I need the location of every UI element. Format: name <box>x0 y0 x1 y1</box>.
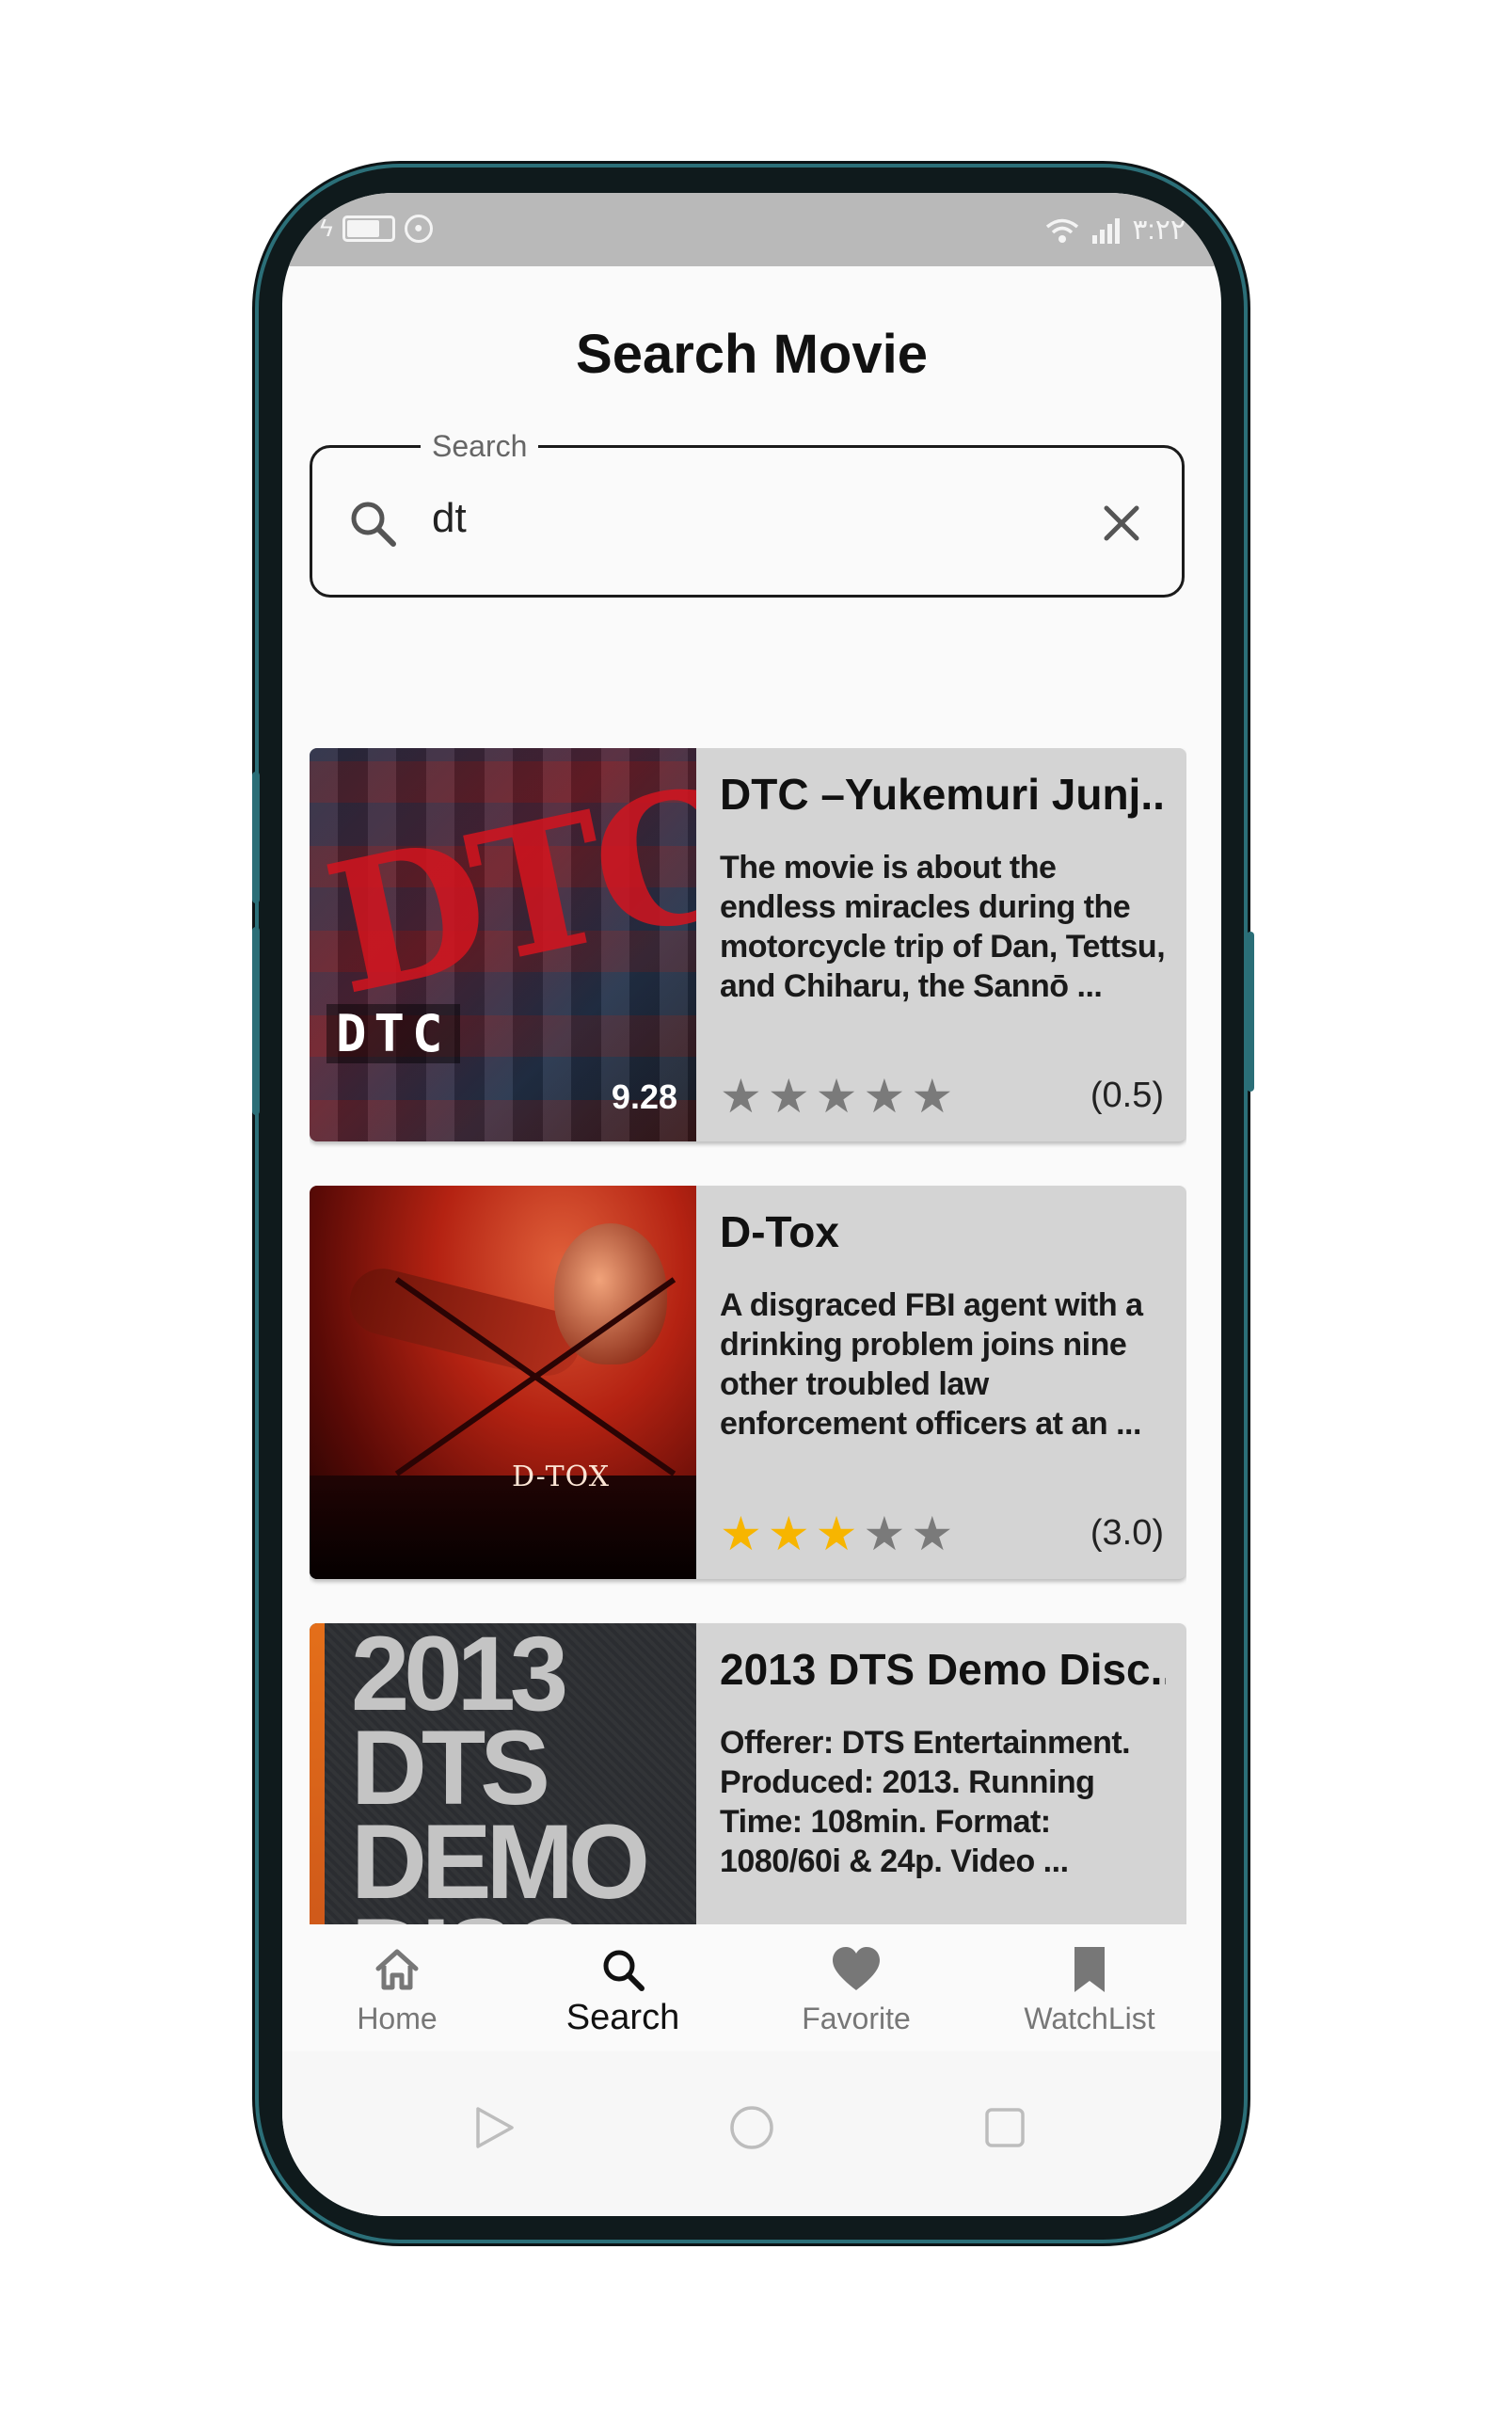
nav-label: WatchList <box>1024 2002 1155 2035</box>
movie-title: 2013 DTS Demo Disc... <box>720 1645 1166 1694</box>
nav-label: Home <box>357 2002 438 2035</box>
star-filled-icon: ★ <box>815 1508 858 1560</box>
battery-icon <box>342 215 395 242</box>
movie-poster: 2013 DTS DEMO DISC <box>310 1623 696 1924</box>
back-icon[interactable] <box>470 2104 517 2151</box>
home-icon <box>375 1949 419 1990</box>
signal-icon <box>1092 217 1121 244</box>
rating-row: ★ ★ ★ ★ ★ (3.0) <box>720 1509 1164 1558</box>
star-filled-icon: ★ <box>767 1508 810 1560</box>
movie-card[interactable]: D-TOX D-Tox A disgraced FBI agent with a… <box>310 1186 1186 1579</box>
page-title: Search Movie <box>576 324 928 385</box>
nav-label: Search <box>565 1998 680 2037</box>
rating-row: ★ ★ ★ ★ ★ (0.5) <box>720 1072 1164 1121</box>
status-left: ϟ ● <box>320 214 433 243</box>
charging-icon: ϟ <box>320 214 333 242</box>
results-list: DTC DTC 9.28 DTC –Yukemuri Junj... The m… <box>310 748 1186 1924</box>
status-bar: ϟ ● ٣:٢٢ <box>282 193 1221 266</box>
movie-description: The movie is about the endless miracles … <box>720 850 1166 1004</box>
bottom-nav: Home Search Favorite WatchList <box>282 1924 1221 2051</box>
star-empty-icon: ★ <box>863 1070 906 1123</box>
poster-title: D-TOX <box>512 1460 611 1493</box>
movie-description: Offerer: DTS Entertainment. Produced: 20… <box>720 1725 1131 1879</box>
star-empty-icon: ★ <box>911 1508 954 1560</box>
movie-title: D-Tox <box>720 1207 839 1256</box>
movie-description: A disgraced FBI agent with a drinking pr… <box>720 1287 1143 1442</box>
nav-item-favorite[interactable]: Favorite <box>762 1943 950 2036</box>
search-field[interactable]: Search dt <box>310 429 1185 598</box>
system-nav-bar <box>282 2051 1221 2216</box>
movie-card-body: DTC –Yukemuri Junj... The movie is about… <box>720 769 1166 1006</box>
close-icon[interactable] <box>1099 501 1144 546</box>
poster-title: DTC <box>326 1004 460 1063</box>
status-time: ٣:٢٢ <box>1132 215 1186 246</box>
star-empty-icon: ★ <box>911 1070 954 1123</box>
movie-poster: D-TOX <box>310 1186 696 1579</box>
recents-icon[interactable] <box>981 2104 1028 2151</box>
search-input[interactable]: dt <box>432 495 467 542</box>
star-empty-icon: ★ <box>720 1070 762 1123</box>
nav-label: Favorite <box>802 2002 911 2035</box>
star-empty-icon: ★ <box>767 1070 810 1123</box>
star-filled-icon: ★ <box>720 1508 762 1560</box>
heart-icon <box>833 1947 880 1990</box>
poster-stripe <box>310 1623 325 1924</box>
status-right: ٣:٢٢ <box>1043 214 1186 247</box>
lock-icon: ● <box>404 214 433 243</box>
movie-card[interactable]: DTC DTC 9.28 DTC –Yukemuri Junj... The m… <box>310 748 1186 1141</box>
poster-trees <box>310 1476 696 1579</box>
star-empty-icon: ★ <box>815 1070 858 1123</box>
movie-title: DTC –Yukemuri Junj... <box>720 770 1166 819</box>
wifi-icon <box>1046 218 1079 243</box>
rating-stars: ★ ★ ★ ★ ★ <box>720 1509 953 1558</box>
star-empty-icon: ★ <box>863 1508 906 1560</box>
phone-side-button <box>252 772 260 903</box>
movie-poster: DTC DTC 9.28 <box>310 748 696 1141</box>
phone-side-button <box>252 927 260 1115</box>
poster-title: 2013 DTS DEMO DISC <box>351 1623 650 1924</box>
movie-card[interactable]: 2013 DTS DEMO DISC 2013 DTS Demo Disc...… <box>310 1623 1186 1924</box>
rating-value: (0.5) <box>1090 1076 1164 1115</box>
search-field-label: Search <box>421 429 539 464</box>
phone-side-button <box>1247 932 1254 1092</box>
app-screen: ϟ ● ٣:٢٢ Search Movie Search dt DTC DTC … <box>282 193 1221 2216</box>
bookmark-icon <box>1074 1947 1105 1992</box>
movie-card-body: D-Tox A disgraced FBI agent with a drink… <box>720 1206 1166 1444</box>
nav-item-watchlist[interactable]: WatchList <box>995 1943 1184 2036</box>
poster-date: 9.28 <box>611 1077 677 1116</box>
movie-card-body: 2013 DTS Demo Disc... Offerer: DTS Enter… <box>720 1644 1166 1881</box>
rating-stars: ★ ★ ★ ★ ★ <box>720 1072 953 1121</box>
nav-item-home[interactable]: Home <box>303 1943 491 2036</box>
rating-value: (3.0) <box>1090 1513 1164 1553</box>
home-button-icon[interactable] <box>728 2104 775 2151</box>
search-icon <box>603 1950 645 1991</box>
nav-item-search[interactable]: Search <box>529 1943 717 2038</box>
search-icon <box>351 502 396 547</box>
